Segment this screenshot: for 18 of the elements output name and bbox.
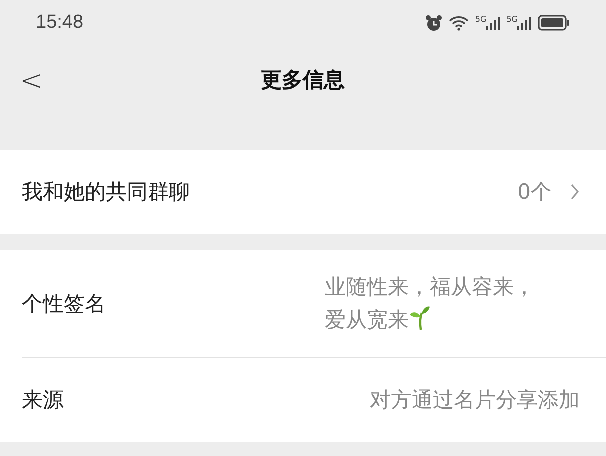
back-button[interactable]: < [0, 64, 44, 96]
network-label: 5G [506, 16, 518, 24]
wifi-icon [449, 15, 470, 31]
chevron-right-icon [570, 183, 580, 201]
group-chats-row[interactable]: 我和她的共同群聊 0个 [0, 150, 606, 234]
status-time: 15:48 [36, 12, 84, 34]
page-title: 更多信息 [261, 67, 345, 94]
battery-icon [538, 15, 570, 31]
signal-icon [484, 16, 501, 30]
signature-text: 业随性来，福从容来， [325, 274, 535, 299]
row-label: 个性签名 [22, 290, 106, 318]
alarm-clock-icon [425, 14, 444, 32]
row-label: 来源 [22, 387, 64, 414]
sprout-icon [409, 304, 431, 330]
signal-icon [516, 16, 532, 30]
signature-text: 爱从宽来 [325, 308, 409, 332]
row-value: 对方通过名片分享添加 [370, 387, 580, 414]
network-label: 5G [475, 16, 487, 24]
